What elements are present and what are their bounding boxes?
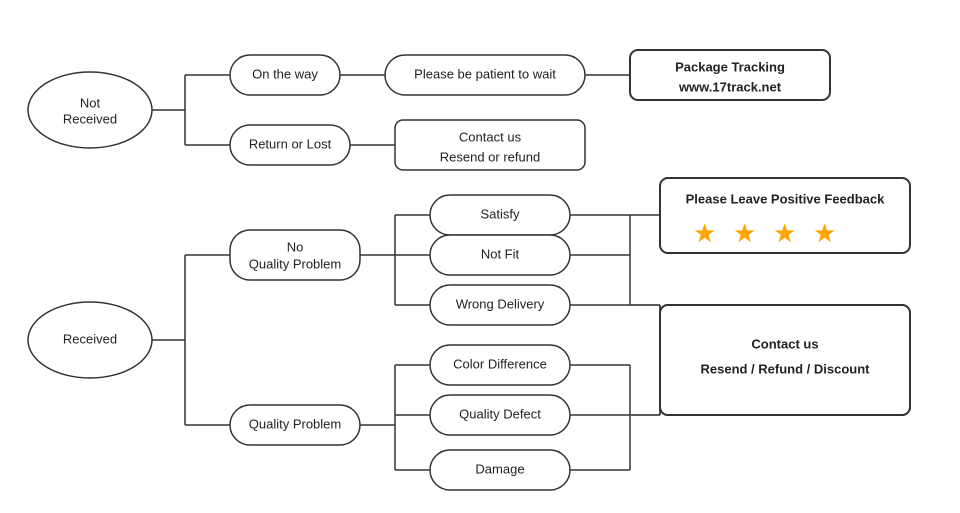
- no-quality-problem-node: [230, 230, 360, 280]
- no-quality-label2: Quality Problem: [249, 256, 341, 271]
- received-label: Received: [63, 331, 117, 346]
- star3: ★: [773, 218, 796, 248]
- satisfy-label: Satisfy: [480, 206, 520, 221]
- contact-resend-label2: Resend or refund: [440, 149, 540, 164]
- patient-label: Please be patient to wait: [414, 66, 556, 81]
- return-lost-label: Return or Lost: [249, 136, 332, 151]
- contact-resend-label1: Contact us: [459, 129, 522, 144]
- positive-feedback-label: Please Leave Positive Feedback: [686, 191, 885, 206]
- color-difference-label: Color Difference: [453, 356, 547, 371]
- star2: ★: [733, 218, 756, 248]
- contact-discount-label2: Resend / Refund / Discount: [700, 361, 870, 376]
- not-received-label: Not: [80, 95, 101, 110]
- damage-label: Damage: [475, 461, 524, 476]
- contact-discount-box: [660, 305, 910, 415]
- not-fit-label: Not Fit: [481, 246, 520, 261]
- no-quality-label1: No: [287, 239, 304, 254]
- wrong-delivery-label: Wrong Delivery: [456, 296, 545, 311]
- star1: ★: [693, 218, 716, 248]
- contact-discount-label1: Contact us: [751, 336, 818, 351]
- quality-problem-label: Quality Problem: [249, 416, 341, 431]
- quality-defect-label: Quality Defect: [459, 406, 541, 421]
- package-tracking-label1: Package Tracking: [675, 59, 785, 74]
- flowchart-diagram: Not Received On the way Please be patien…: [0, 0, 960, 513]
- package-tracking-label2: www.17track.net: [678, 79, 782, 94]
- not-received-label2: Received: [63, 111, 117, 126]
- on-the-way-label: On the way: [252, 66, 318, 81]
- star4: ★: [813, 218, 836, 248]
